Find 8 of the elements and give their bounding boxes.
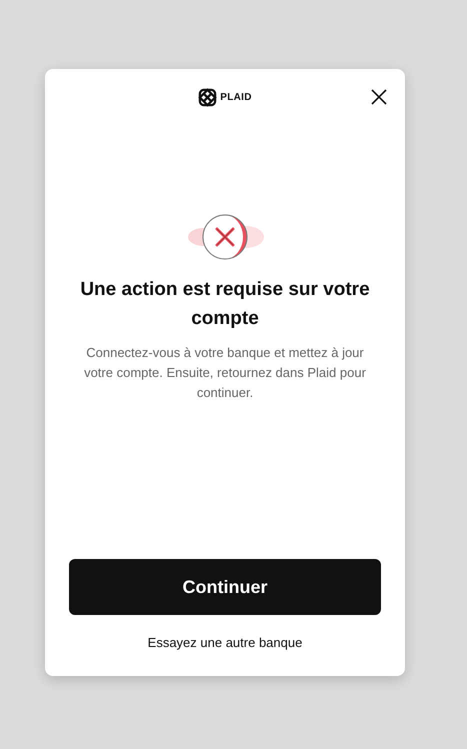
logo-icon xyxy=(198,88,218,106)
other-bank-link[interactable]: Essayez une autre banque xyxy=(148,635,302,650)
dialog-message: Connectez-vous à votre banque et mettez à jour votre compte. Ensuite, retournez dans Plaid pour continuer. xyxy=(83,344,367,402)
logo-text: PLAID xyxy=(220,92,252,102)
close-button[interactable] xyxy=(369,87,389,107)
continue-button[interactable]: Continuer xyxy=(69,559,381,615)
dialog-title: Une action est requise sur votre compte xyxy=(79,278,371,331)
close-icon xyxy=(371,89,387,105)
